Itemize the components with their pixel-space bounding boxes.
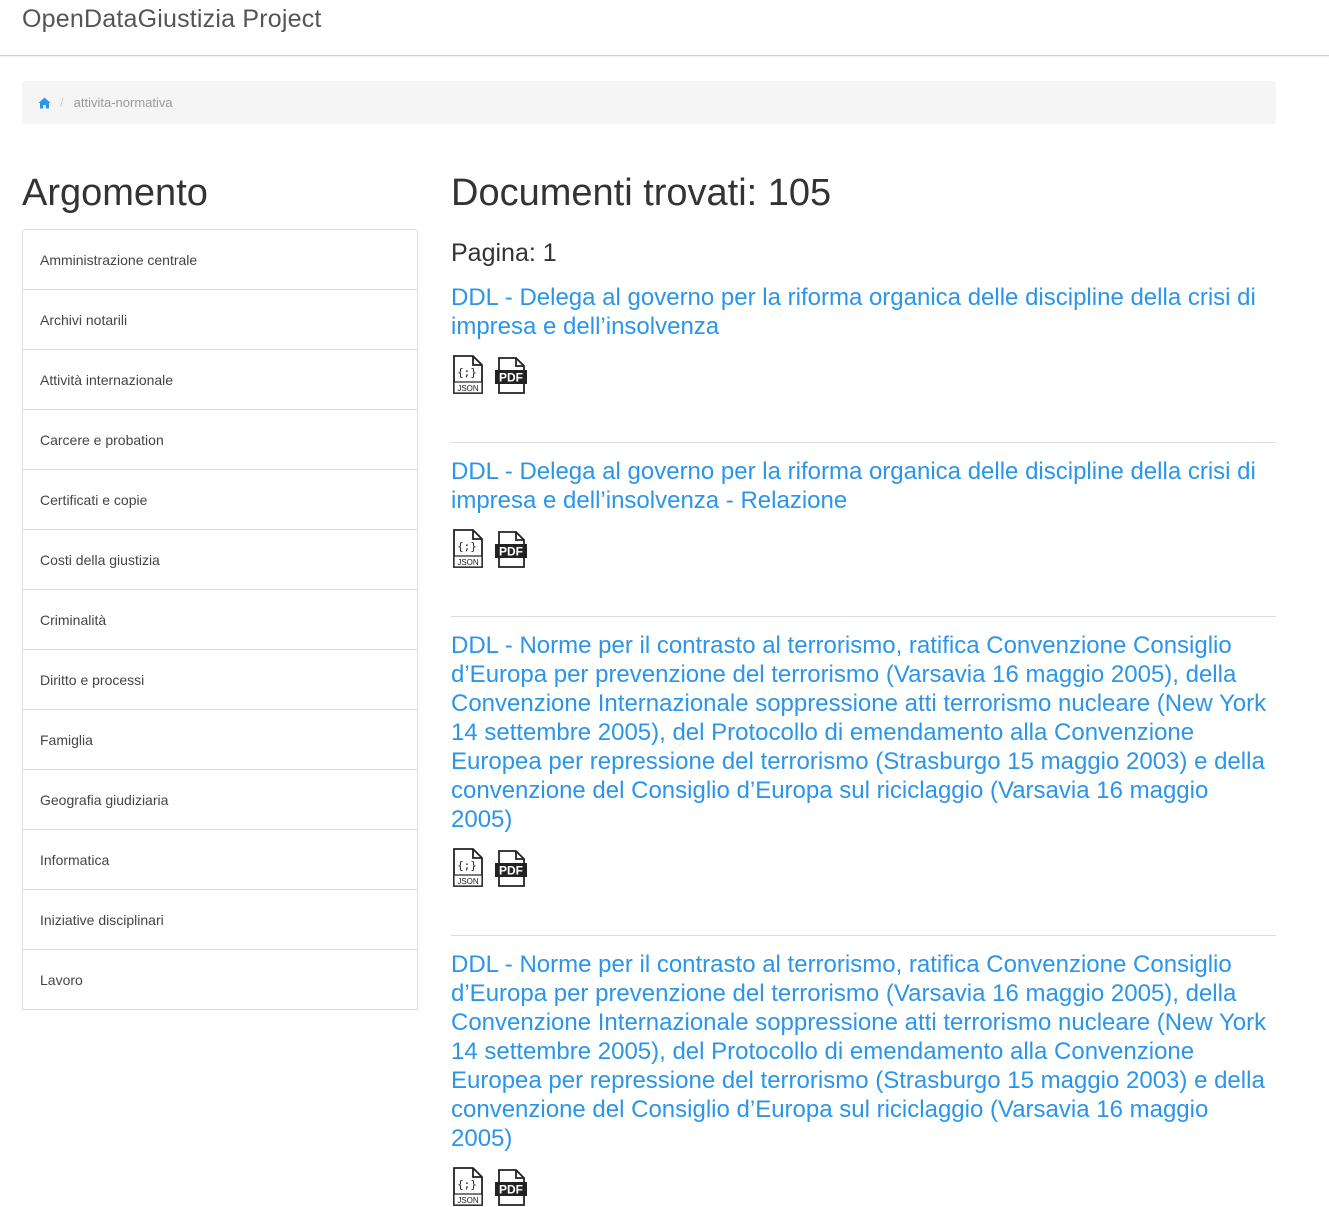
pdf-download-icon[interactable]: PDF — [494, 1167, 528, 1207]
json-download-icon[interactable]: {;} JSON — [451, 848, 485, 888]
json-download-icon[interactable]: {;} JSON — [451, 1167, 485, 1207]
svg-text:JSON: JSON — [457, 384, 479, 393]
top-navbar: OpenDataGiustizia Project — [0, 0, 1329, 56]
svg-text:JSON: JSON — [457, 558, 479, 567]
topic-item[interactable]: Costi della giustizia — [22, 530, 418, 590]
document-list: DDL - Delega al governo per la riforma o… — [451, 283, 1276, 1207]
svg-text:PDF: PDF — [499, 545, 523, 559]
svg-text:JSON: JSON — [457, 1196, 479, 1205]
documents-count-title: Documenti trovati: 105 — [451, 172, 832, 214]
topic-item[interactable]: Informatica — [22, 830, 418, 890]
topic-item[interactable]: Lavoro — [22, 950, 418, 1010]
topic-item[interactable]: Geografia giudiziaria — [22, 770, 418, 830]
svg-text:{;}: {;} — [457, 540, 477, 553]
pdf-download-icon[interactable]: PDF — [494, 355, 528, 395]
topic-item[interactable]: Iniziative disciplinari — [22, 890, 418, 950]
document-title-link[interactable]: DDL - Delega al governo per la riforma o… — [451, 283, 1276, 341]
document-item: DDL - Delega al governo per la riforma o… — [451, 283, 1276, 443]
document-divider — [451, 935, 1276, 936]
document-item: DDL - Norme per il contrasto al terroris… — [451, 950, 1276, 1207]
topic-item[interactable]: Carcere e probation — [22, 410, 418, 470]
download-icons: {;} JSON PDF — [451, 848, 1276, 888]
document-divider — [451, 616, 1276, 617]
svg-text:{;}: {;} — [457, 366, 477, 379]
document-title-link[interactable]: DDL - Delega al governo per la riforma o… — [451, 457, 1276, 515]
svg-text:PDF: PDF — [499, 1183, 523, 1197]
json-download-icon[interactable]: {;} JSON — [451, 529, 485, 569]
breadcrumb-separator: / — [60, 95, 64, 110]
topic-item[interactable]: Famiglia — [22, 710, 418, 770]
svg-text:JSON: JSON — [457, 877, 479, 886]
pdf-download-icon[interactable]: PDF — [494, 848, 528, 888]
svg-text:PDF: PDF — [499, 371, 523, 385]
document-item: DDL - Norme per il contrasto al terroris… — [451, 631, 1276, 936]
document-divider — [451, 442, 1276, 443]
document-title-link[interactable]: DDL - Norme per il contrasto al terroris… — [451, 950, 1276, 1153]
svg-text:PDF: PDF — [499, 864, 523, 878]
pdf-download-icon[interactable]: PDF — [494, 529, 528, 569]
breadcrumb: / attivita-normativa — [22, 81, 1276, 124]
topic-item[interactable]: Certificati e copie — [22, 470, 418, 530]
download-icons: {;} JSON PDF — [451, 529, 1276, 569]
document-item: DDL - Delega al governo per la riforma o… — [451, 457, 1276, 617]
topic-item[interactable]: Archivi notarili — [22, 290, 418, 350]
topic-item[interactable]: Diritto e processi — [22, 650, 418, 710]
page-label: Pagina: 1 — [451, 239, 557, 267]
document-title-link[interactable]: DDL - Norme per il contrasto al terroris… — [451, 631, 1276, 834]
topic-item[interactable]: Amministrazione centrale — [22, 229, 418, 290]
json-download-icon[interactable]: {;} JSON — [451, 355, 485, 395]
brand-link[interactable]: OpenDataGiustizia Project — [22, 5, 322, 34]
download-icons: {;} JSON PDF — [451, 1167, 1276, 1207]
topic-list: Amministrazione centrale Archivi notarili… — [22, 229, 418, 1010]
download-icons: {;} JSON PDF — [451, 355, 1276, 395]
topic-item[interactable]: Criminalità — [22, 590, 418, 650]
svg-text:{;}: {;} — [457, 859, 477, 872]
svg-text:{;}: {;} — [457, 1178, 477, 1191]
home-icon[interactable] — [38, 97, 51, 109]
sidebar-title: Argomento — [22, 172, 208, 214]
topic-item[interactable]: Attività internazionale — [22, 350, 418, 410]
breadcrumb-current: attivita-normativa — [73, 95, 173, 110]
